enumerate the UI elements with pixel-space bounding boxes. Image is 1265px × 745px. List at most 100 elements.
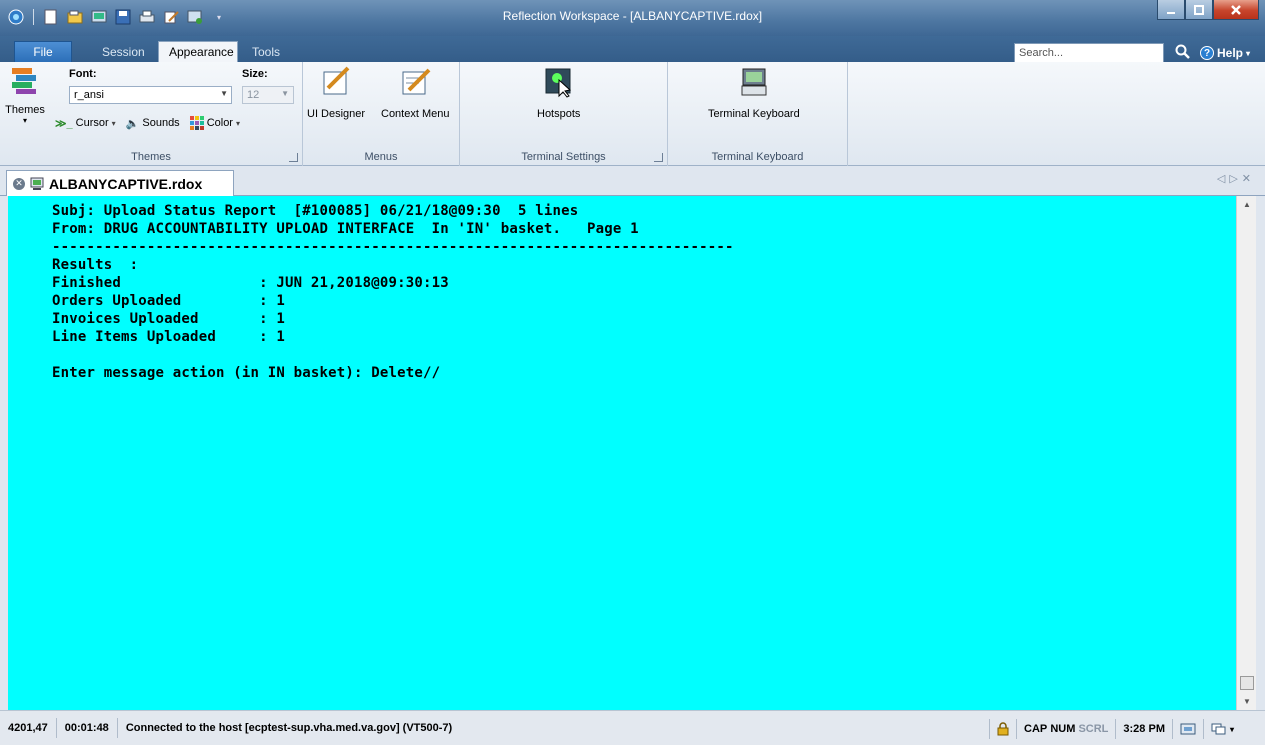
scroll-right-icon[interactable]: ▷ (1229, 173, 1241, 185)
layout-icon (1211, 723, 1226, 735)
elapsed-time: 00:01:48 (57, 718, 118, 738)
minimize-button[interactable] (1157, 0, 1185, 20)
scroll-left-icon[interactable]: ◁ (1217, 173, 1229, 185)
scrl-indicator: SCRL (1078, 723, 1109, 735)
scroll-up-icon[interactable]: ▲ (1243, 200, 1251, 209)
terminal-line: Invoices Uploaded : 1 (52, 311, 285, 327)
tab-session[interactable]: Session (92, 42, 155, 62)
themes-options-row: ≫_ Cursor ▾ 🔈 Sounds Color ▾ (55, 116, 240, 130)
hotspots-icon (545, 68, 571, 98)
hotspots-label: Hotspots (537, 108, 581, 120)
cursor-position: 4201,47 (0, 718, 57, 738)
ui-designer-button[interactable]: UI Designer (307, 66, 365, 120)
close-icon[interactable]: ✕ (1242, 173, 1255, 185)
status-bar: 4201,47 00:01:48 Connected to the host [… (0, 710, 1265, 745)
size-select[interactable]: 12 ▼ (242, 86, 294, 104)
tab-tools[interactable]: Tools (242, 42, 290, 62)
font-value: r_ansi (74, 89, 104, 101)
keyboard-icon (741, 68, 767, 96)
chevron-down-icon: ▾ (1246, 48, 1251, 58)
connection-status: Connected to the host [ecptest-sup.vha.m… (125, 722, 453, 734)
cap-indicator: CAP (1024, 723, 1048, 735)
speaker-icon: 🔈 (125, 117, 140, 130)
chevron-down-icon: ▾ (22, 116, 27, 125)
cursor-button[interactable]: ≫_ Cursor ▾ (55, 117, 116, 130)
font-select[interactable]: r_ansi ▼ (69, 86, 232, 104)
tab-appearance[interactable]: Appearance (158, 41, 238, 62)
tab-file[interactable]: File (14, 41, 72, 62)
font-label: Font: (69, 68, 97, 80)
terminal-screen[interactable]: Subj: Upload Status Report [#100085] 06/… (8, 196, 1236, 710)
vertical-scrollbar[interactable]: ▲ ▼ (1236, 196, 1256, 710)
chevron-down-icon: ▼ (281, 89, 289, 98)
terminal-line: From: DRUG ACCOUNTABILITY UPLOAD INTERFA… (52, 221, 639, 237)
sounds-button[interactable]: 🔈 Sounds (126, 117, 180, 130)
ui-designer-label: UI Designer (307, 108, 366, 120)
size-label: Size: (242, 68, 268, 80)
themes-button[interactable]: Themes ▾ (4, 66, 46, 125)
chevron-down-icon: ▾ (1229, 724, 1234, 734)
scroll-down-icon[interactable]: ▼ (1243, 697, 1251, 706)
lock-icon (989, 719, 1016, 739)
fit-screen-icon[interactable] (1171, 719, 1203, 739)
close-tab-icon[interactable]: ✕ (13, 177, 25, 190)
help-icon: ? (1200, 46, 1214, 60)
terminal-line: ----------------------------------------… (52, 239, 734, 255)
scrollbar-thumb[interactable] (1240, 676, 1254, 690)
color-button[interactable]: Color ▾ (189, 116, 240, 130)
terminal-line: Orders Uploaded : 1 (52, 293, 285, 309)
search-icon[interactable] (1175, 44, 1195, 62)
context-menu-label: Context Menu (381, 108, 450, 120)
maximize-button[interactable] (1185, 0, 1213, 20)
terminal-line: Line Items Uploaded : 1 (52, 329, 285, 345)
context-menu-icon (402, 68, 431, 95)
themes-label: Themes (5, 104, 45, 116)
chevron-down-icon: ▾ (235, 118, 240, 128)
cursor-label: Cursor (75, 117, 109, 129)
themes-group-label: Themes (131, 151, 171, 163)
terminal-settings-group-label: Terminal Settings (521, 151, 606, 163)
search-input[interactable]: Search... (1014, 43, 1164, 63)
context-menu-button[interactable]: Context Menu (381, 66, 449, 120)
terminal-session-icon (30, 177, 44, 190)
terminal-settings-group: Hotspots Terminal Settings (460, 62, 668, 166)
close-button[interactable] (1213, 0, 1259, 20)
terminal-keyboard-group-label: Terminal Keyboard (711, 151, 804, 163)
chevron-down-icon: ▼ (220, 89, 228, 98)
terminal-line: Results : (52, 257, 139, 273)
ribbon-panel: Themes ▾ Font: Size: r_ansi ▼ 12 ▼ ≫_ Cu… (0, 62, 1265, 166)
terminal-line: Subj: Upload Status Report [#100085] 06/… (52, 203, 579, 219)
color-label: Color (206, 117, 233, 129)
document-tab-name: ALBANYCAPTIVE.rdox (49, 175, 203, 192)
window-controls (1157, 0, 1259, 20)
chevron-down-icon: ▾ (111, 118, 116, 128)
dialog-launcher-icon[interactable] (654, 153, 663, 162)
terminal-prompt-line: Enter message action (in IN basket): Del… (52, 365, 441, 381)
keyboard-state-indicators: CAP NUM SCRL (1016, 719, 1115, 739)
dialog-launcher-icon[interactable] (289, 153, 298, 162)
themes-icon (12, 68, 36, 94)
status-indicators: CAP NUM SCRL 3:28 PM ▾ (989, 719, 1241, 739)
themes-group: Themes ▾ Font: Size: r_ansi ▼ 12 ▼ ≫_ Cu… (0, 62, 303, 166)
document-tab-bar: ✕ ALBANYCAPTIVE.rdox (0, 166, 1265, 196)
ui-designer-icon (323, 66, 350, 95)
view-mode-button[interactable]: ▾ (1202, 719, 1241, 739)
terminal-keyboard-label: Terminal Keyboard (708, 108, 800, 120)
hotspots-button[interactable]: Hotspots (537, 66, 580, 120)
terminal-keyboard-button[interactable]: Terminal Keyboard (708, 66, 800, 120)
document-tab[interactable]: ✕ ALBANYCAPTIVE.rdox (6, 170, 234, 196)
tab-navigation: ◁▷✕ (1217, 172, 1255, 185)
help-label: Help (1217, 46, 1244, 60)
num-indicator: NUM (1050, 723, 1076, 735)
size-value: 12 (247, 89, 260, 101)
sounds-label: Sounds (142, 117, 180, 129)
menus-group: UI Designer Context Menu Menus (303, 62, 460, 166)
menus-group-label: Menus (364, 151, 398, 163)
window-title: Reflection Workspace - [ALBANYCAPTIVE.rd… (502, 9, 763, 23)
help-button[interactable]: ? Help ▾ (1200, 44, 1250, 62)
terminal-keyboard-group: Terminal Keyboard Terminal Keyboard (668, 62, 848, 166)
cursor-icon: ≫_ (55, 117, 73, 130)
title-bar: ▾ Reflection Workspace - [ALBANYCAPTIVE.… (0, 0, 1265, 36)
clock-time: 3:28 PM (1115, 719, 1172, 739)
